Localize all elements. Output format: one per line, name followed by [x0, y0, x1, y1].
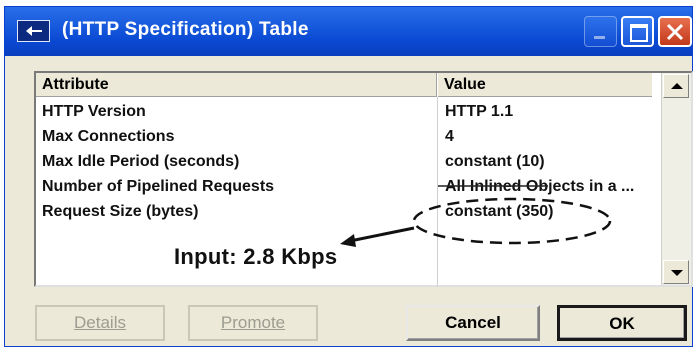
annotation-arrow	[349, 226, 415, 243]
arrowhead-icon	[340, 234, 356, 247]
annotation-overlay	[340, 185, 612, 247]
input-rate-annotation: Input: 2.8 Kbps	[174, 244, 338, 269]
highlight-ellipse	[412, 197, 612, 245]
